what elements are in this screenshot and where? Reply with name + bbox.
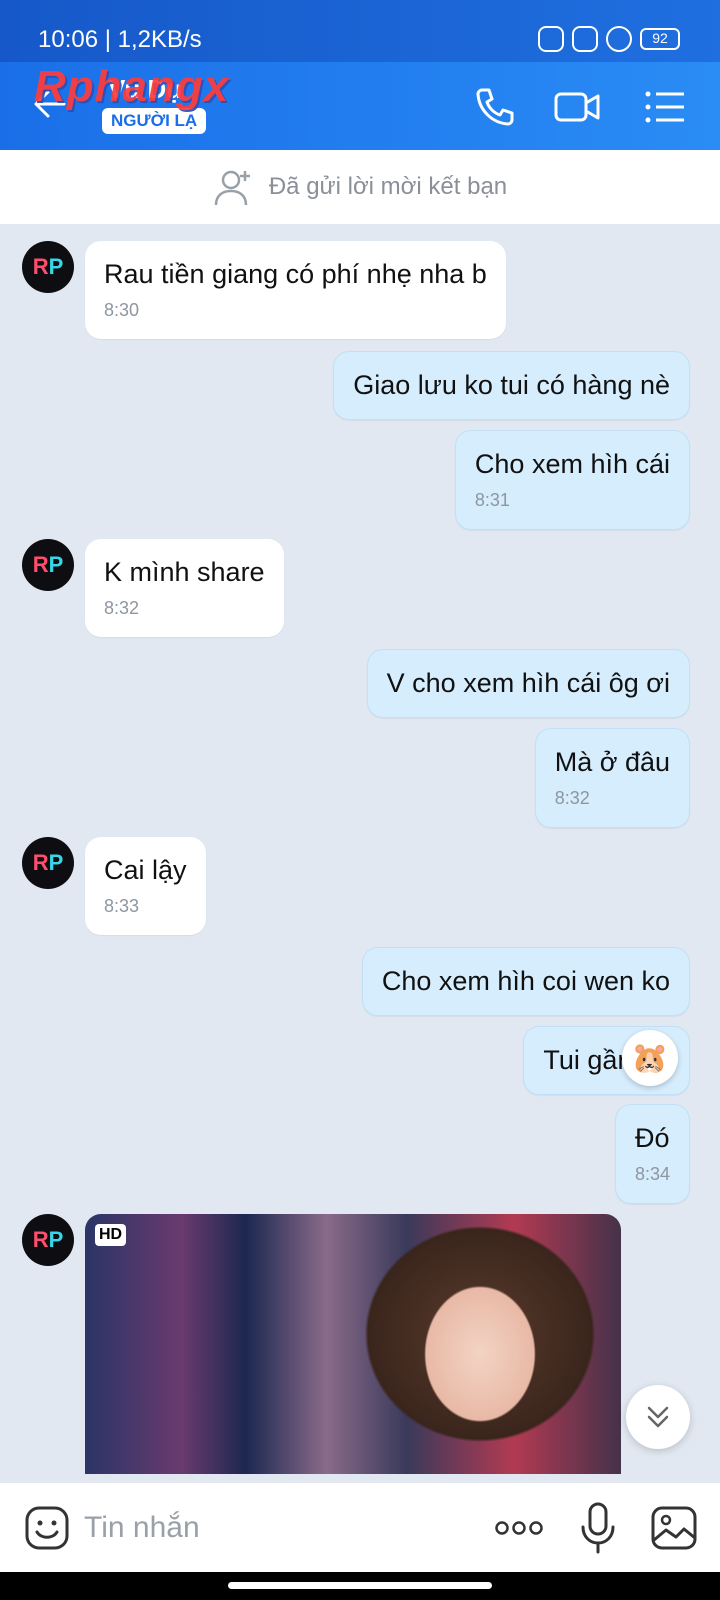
avatar[interactable]: RP bbox=[22, 241, 74, 293]
photo-message[interactable]: HD bbox=[85, 1214, 621, 1474]
message-time: 8:32 bbox=[554, 788, 590, 808]
message-bubble-outgoing[interactable]: V cho xem hìh cái ôg ơi bbox=[366, 649, 690, 718]
status-icons: 92 bbox=[538, 26, 680, 52]
friend-request-banner: Đã gửi lời mời kết bạn bbox=[0, 150, 720, 224]
message-time: 8:32 bbox=[104, 598, 140, 618]
microphone-icon[interactable] bbox=[578, 1501, 618, 1555]
message-bubble-outgoing[interactable]: Mà ở đâu 8:32 bbox=[534, 728, 690, 828]
no-disturb-icon bbox=[606, 26, 632, 52]
message-bubble-outgoing[interactable]: Giao lưu ko tui có hàng nè bbox=[333, 351, 690, 420]
system-nav-bar bbox=[0, 1572, 720, 1600]
battery-icon: 92 bbox=[640, 28, 680, 50]
status-time: 10:06 | 1,2KB/s bbox=[38, 26, 202, 53]
message-text: Cho xem hìh cái bbox=[474, 449, 670, 479]
hd-badge: HD bbox=[95, 1224, 127, 1246]
message-bubble-outgoing[interactable]: Đó 8:34 bbox=[614, 1104, 690, 1204]
sticker-icon[interactable] bbox=[24, 1505, 70, 1551]
message-text: Rau tiền giang có phí nhẹ nha b bbox=[104, 259, 487, 289]
watermark-logo: Rphangx bbox=[34, 62, 230, 111]
more-dots-icon[interactable] bbox=[494, 1513, 544, 1543]
scroll-down-button[interactable] bbox=[626, 1385, 690, 1449]
friend-request-text: Đã gửi lời mời kết bạn bbox=[268, 173, 508, 200]
message-time: 8:34 bbox=[634, 1164, 670, 1184]
message-bubble-outgoing[interactable]: Cho xem hìh cái 8:31 bbox=[454, 430, 690, 530]
message-input[interactable] bbox=[84, 1503, 464, 1553]
message-text: Cai lậy bbox=[104, 855, 187, 885]
home-indicator[interactable] bbox=[228, 1582, 492, 1589]
avatar[interactable]: RP bbox=[22, 837, 74, 889]
chat-list[interactable]: RP Rau tiền giang có phí nhẹ nha b 8:30 … bbox=[0, 224, 720, 1482]
chat-header: Vu Dụ NGƯỜI LẠ Rphangx bbox=[0, 62, 720, 150]
message-bubble-outgoing[interactable]: Cho xem hìh coi wen ko bbox=[361, 947, 690, 1016]
message-text: Mà ở đâu bbox=[554, 747, 670, 777]
message-bubble-incoming[interactable]: K mình share 8:32 bbox=[85, 539, 284, 637]
message-text: Cho xem hìh coi wen ko bbox=[381, 966, 670, 996]
message-text: Đó bbox=[634, 1123, 670, 1153]
notification-icon bbox=[538, 26, 564, 52]
message-bubble-incoming[interactable]: Rau tiền giang có phí nhẹ nha b 8:30 bbox=[85, 241, 506, 339]
message-bubble-incoming[interactable]: Cai lậy 8:33 bbox=[85, 837, 206, 935]
phone-icon[interactable] bbox=[470, 82, 520, 132]
video-call-icon[interactable] bbox=[552, 82, 602, 132]
message-text: V cho xem hìh cái ôg ơi bbox=[386, 668, 670, 698]
message-time: 8:30 bbox=[104, 300, 140, 320]
message-input-bar bbox=[0, 1482, 720, 1572]
double-chevron-down-icon bbox=[647, 1406, 669, 1428]
add-friend-icon bbox=[214, 170, 250, 206]
message-text: K mình share bbox=[104, 557, 265, 587]
gallery-icon[interactable] bbox=[650, 1505, 698, 1551]
avatar[interactable]: RP bbox=[22, 1214, 74, 1266]
reaction-sticker-icon[interactable]: 🐹 bbox=[622, 1030, 678, 1086]
message-text: Giao lưu ko tui có hàng nè bbox=[353, 370, 670, 400]
menu-list-icon[interactable] bbox=[640, 82, 690, 132]
message-time: 8:33 bbox=[104, 896, 140, 916]
status-bar: 10:06 | 1,2KB/s 92 bbox=[0, 0, 720, 62]
notification-icon bbox=[572, 26, 598, 52]
avatar[interactable]: RP bbox=[22, 539, 74, 591]
message-time: 8:31 bbox=[474, 490, 510, 510]
